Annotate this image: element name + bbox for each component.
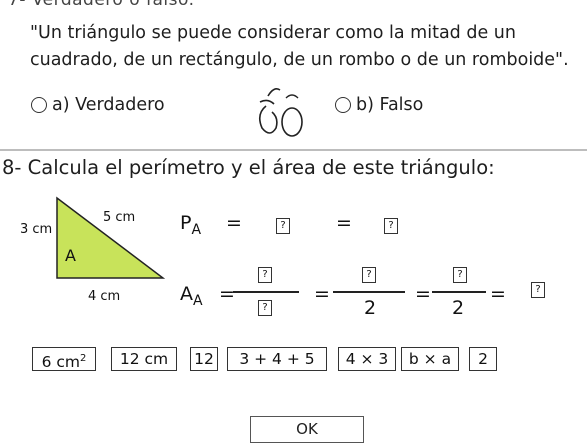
triangle-label: A [65, 246, 76, 265]
area-denominator-box[interactable]: ? [258, 300, 272, 316]
answer-tile-12-cm[interactable]: 12 cm [111, 347, 177, 371]
perimeter-symbol: PA [180, 212, 202, 238]
area-result-box[interactable]: ? [531, 282, 545, 298]
fraction-bar-2 [333, 291, 405, 293]
option-b[interactable]: b) Falso [335, 95, 423, 115]
answer-tile-3-plus-4-plus-5[interactable]: 3 + 4 + 5 [227, 347, 327, 371]
area-denominator-2b: 2 [452, 297, 465, 319]
triangle-side-bottom: 4 cm [88, 289, 121, 304]
area-numerator-box-3[interactable]: ? [453, 267, 467, 283]
ok-button[interactable]: OK [250, 416, 364, 443]
perimeter-drop-box-2[interactable]: ? [384, 218, 398, 234]
option-a[interactable]: a) Verdadero [31, 95, 165, 115]
question-8-title: 8- Calcula el perímetro y el área de est… [2, 156, 495, 179]
area-equals-1: = [219, 283, 235, 305]
radio-option-a[interactable] [31, 97, 47, 113]
area-equals-2: = [314, 283, 330, 305]
question-7-title: 7- Verdadero o falso. [8, 0, 195, 10]
handwritten-scribble [258, 88, 303, 137]
triangle-side-left: 3 cm [20, 222, 53, 237]
perimeter-drop-box-1[interactable]: ? [276, 218, 290, 234]
area-equals-4: = [490, 283, 506, 305]
option-a-label: a) Verdadero [52, 95, 165, 115]
perimeter-equals-2: = [336, 212, 352, 234]
answer-tile-4-times-3[interactable]: 4 × 3 [338, 347, 396, 371]
fraction-bar-1 [233, 291, 299, 293]
section-divider [0, 149, 587, 151]
option-b-label: b) Falso [356, 95, 424, 115]
area-symbol: AA [180, 283, 203, 309]
answer-tile-12[interactable]: 12 [190, 347, 218, 371]
perimeter-equals-1: = [226, 212, 242, 234]
triangle-side-hypotenuse: 5 cm [103, 210, 136, 225]
right-triangle-figure [56, 196, 165, 279]
area-equals-3: = [415, 283, 431, 305]
area-denominator-2a: 2 [364, 297, 377, 319]
fraction-bar-3 [432, 291, 486, 293]
area-numerator-box-2[interactable]: ? [362, 267, 376, 283]
question-7-statement: "Un triángulo se puede considerar como l… [30, 23, 569, 70]
answer-tile-6-cm2[interactable]: 6 cm2 [32, 347, 96, 371]
radio-option-b[interactable] [335, 97, 351, 113]
area-numerator-box-1[interactable]: ? [258, 267, 272, 283]
answer-tile-b-times-a[interactable]: b × a [401, 347, 459, 371]
answer-tile-2[interactable]: 2 [469, 347, 497, 371]
